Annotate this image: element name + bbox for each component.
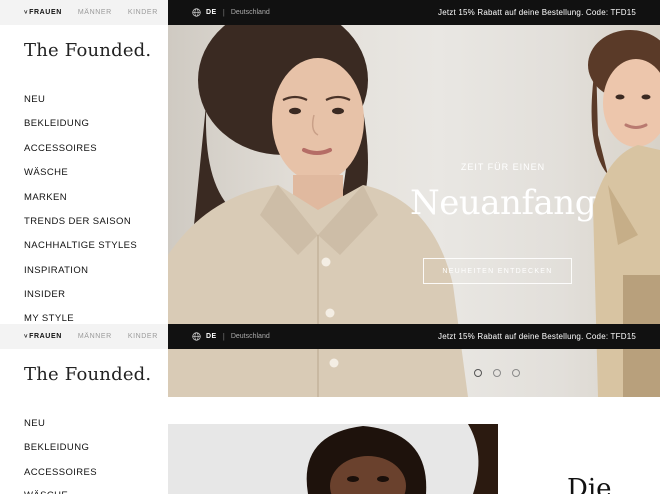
- feature-photo: [168, 424, 498, 494]
- nav-item-my-style[interactable]: MY STYLE: [24, 313, 74, 324]
- promo-bar: DE | Deutschland Jetzt 15% Rabatt auf de…: [168, 0, 660, 25]
- language-selector[interactable]: DE: [206, 9, 217, 16]
- gender-switcher: FRAUEN MÄNNER KINDER: [0, 0, 168, 25]
- nav-item-waesche[interactable]: WÄSCHE: [24, 167, 68, 178]
- gender-tab-kinder[interactable]: KINDER: [128, 333, 158, 340]
- nav-item-neu[interactable]: NEU: [24, 418, 45, 429]
- nav-item-inspiration[interactable]: INSPIRATION: [24, 265, 88, 276]
- gender-tab-kinder[interactable]: KINDER: [128, 9, 158, 16]
- divider: |: [222, 8, 225, 17]
- divider: |: [222, 332, 225, 341]
- country-selector[interactable]: Deutschland: [231, 333, 270, 340]
- gender-tab-maenner[interactable]: MÄNNER: [78, 9, 112, 16]
- carousel-dot-3[interactable]: [512, 369, 520, 377]
- globe-icon: [192, 8, 201, 17]
- carousel-dot-1[interactable]: [474, 369, 482, 377]
- gender-tab-frauen[interactable]: FRAUEN: [24, 9, 62, 16]
- promo-text: Jetzt 15% Rabatt auf deine Bestellung. C…: [438, 8, 636, 17]
- gender-tab-frauen[interactable]: FRAUEN: [24, 333, 62, 340]
- nav-item-marken[interactable]: MARKEN: [24, 192, 67, 203]
- promo-bar-sticky: DE | Deutschland Jetzt 15% Rabatt auf de…: [168, 324, 660, 349]
- nav-item-trends[interactable]: TRENDS DER SAISON: [24, 216, 131, 227]
- logo[interactable]: The Founded.: [24, 40, 151, 61]
- nav-item-nachhaltige-styles[interactable]: NACHHALTIGE STYLES: [24, 240, 137, 251]
- nav-item-neu[interactable]: NEU: [24, 94, 45, 105]
- hero-cta-button[interactable]: NEUHEITEN ENTDECKEN: [423, 258, 572, 284]
- nav-item-bekleidung[interactable]: BEKLEIDUNG: [24, 442, 89, 453]
- hero-kicker: ZEIT FÜR EINEN: [460, 162, 546, 172]
- nav-item-insider[interactable]: INSIDER: [24, 289, 65, 300]
- nav-item-accessoires[interactable]: ACCESSOIRES: [24, 467, 97, 478]
- gender-tab-maenner[interactable]: MÄNNER: [78, 333, 112, 340]
- section-heading: Die: [567, 474, 612, 494]
- carousel-dot-2[interactable]: [493, 369, 501, 377]
- carousel-dots: [474, 369, 520, 377]
- globe-icon: [192, 332, 201, 341]
- logo[interactable]: The Founded.: [24, 364, 151, 385]
- nav-item-accessoires[interactable]: ACCESSOIRES: [24, 143, 97, 154]
- promo-text: Jetzt 15% Rabatt auf deine Bestellung. C…: [438, 332, 636, 341]
- language-selector[interactable]: DE: [206, 333, 217, 340]
- feature-image[interactable]: [168, 424, 498, 494]
- gender-switcher-sticky: FRAUEN MÄNNER KINDER: [0, 324, 168, 349]
- nav-item-bekleidung[interactable]: BEKLEIDUNG: [24, 118, 89, 129]
- nav-item-waesche[interactable]: WÄSCHE: [24, 490, 68, 494]
- hero-title: Neuanfang: [410, 183, 596, 223]
- country-selector[interactable]: Deutschland: [231, 9, 270, 16]
